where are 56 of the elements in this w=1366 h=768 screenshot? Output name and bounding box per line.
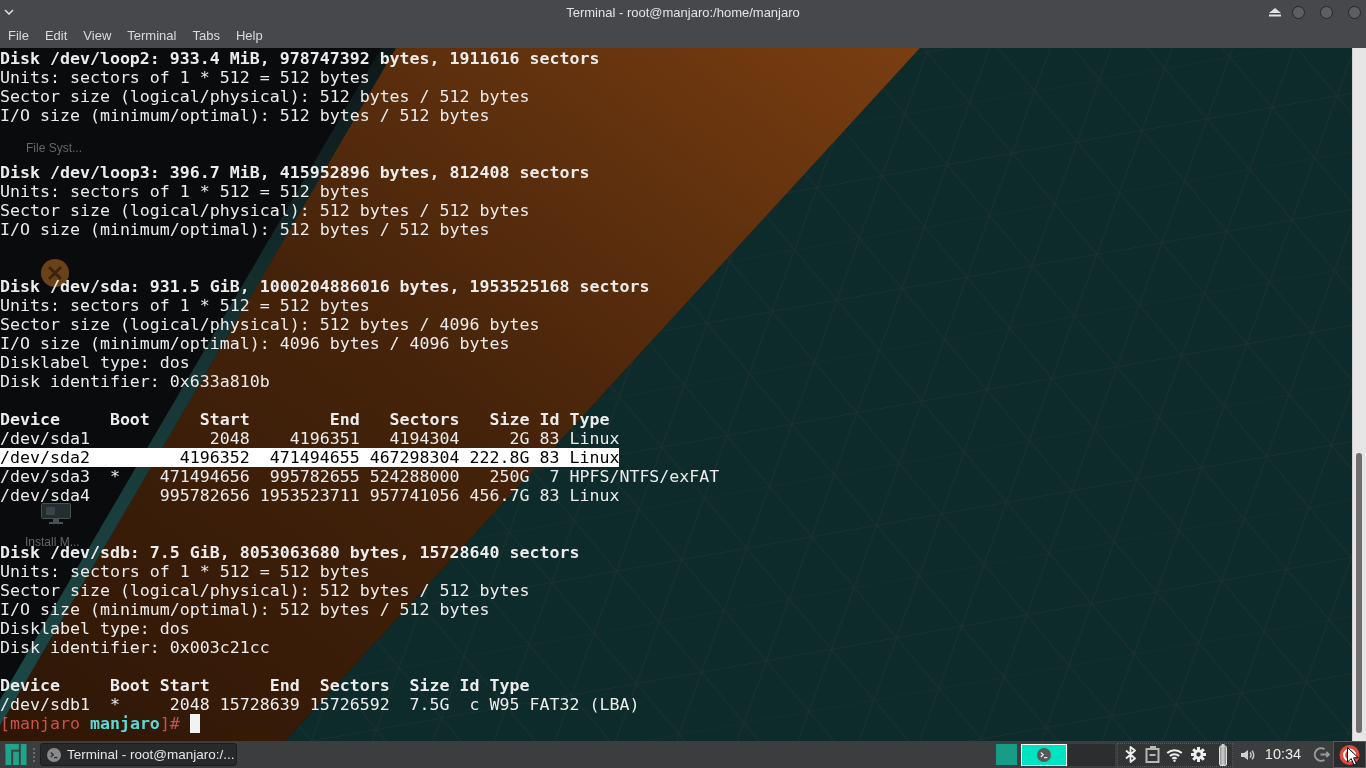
mouse-pointer-icon: [1347, 747, 1359, 766]
output-line: Disk /dev/loop2: 933.4 MiB, 978747392 bytes, 1911616 sectors: [0, 49, 600, 68]
bluetooth-icon[interactable]: [1123, 746, 1138, 763]
eject-button[interactable]: [1269, 7, 1281, 17]
output-line: /dev/sda1 2048 4196351 4194304 2G 83 Linux: [0, 429, 620, 448]
menu-item[interactable]: Help: [227, 24, 271, 48]
logo-icon[interactable]: [5, 744, 27, 765]
drag-handle-icon[interactable]: [33, 747, 35, 762]
output-line: Units: sectors of 1 * 512 = 512 bytes: [0, 182, 370, 201]
terminal-icon: [1037, 747, 1051, 762]
output-line: Disklabel type: dos: [0, 619, 190, 638]
output-line: Sector size (logical/physical): 512 bytes / 4096 bytes: [0, 315, 540, 334]
output-line: Device Boot Start End Sectors Size Id Type: [0, 676, 530, 695]
eject-icon: [1269, 7, 1281, 17]
chevron-down-icon: [4, 9, 14, 15]
output-line: Sector size (logical/physical): 512 bytes / 512 bytes: [0, 581, 530, 600]
output-line: Disk identifier: 0x003c21cc: [0, 638, 270, 657]
monitor-icon: [41, 503, 71, 524]
scrollbar[interactable]: [1352, 48, 1366, 741]
menu-item[interactable]: File: [0, 24, 37, 48]
output-line: I/O size (minimum/optimal): 512 bytes / 512 bytes: [0, 600, 490, 619]
output-line: Disklabel type: dos: [0, 353, 190, 372]
battery-icon[interactable]: [1219, 743, 1227, 766]
clock[interactable]: 10:34: [1264, 747, 1302, 762]
output-line: Units: sectors of 1 * 512 = 512 bytes: [0, 68, 370, 87]
terminal-icon: [47, 747, 61, 762]
output-line: Units: sectors of 1 * 512 = 512 bytes: [0, 562, 370, 581]
output-line: /dev/sdb1 * 2048 15728639 15726592 7.5G c W95 FAT32 (LBA): [0, 695, 640, 714]
output-line: Sector size (logical/physical): 512 bytes / 512 bytes: [0, 201, 530, 220]
desktop-icon-label[interactable]: File Syst...: [26, 141, 82, 155]
gear-icon[interactable]: [1191, 747, 1206, 762]
shell-prompt: [manjaro manjaro]#: [0, 714, 180, 733]
output-line: Disk /dev/loop3: 396.7 MiB, 415952896 bytes, 812408 sectors: [0, 163, 590, 182]
window-title: Terminal - root@manjaro:/home/manjaro: [566, 5, 800, 19]
output-line: /dev/sda3 * 471494656 995782655 524288000 250G 7 HPFS/NTFS/exFAT: [0, 467, 720, 486]
output-line: Disk identifier: 0x633a810b: [0, 372, 270, 391]
logout-icon[interactable]: [1313, 746, 1330, 763]
output-line: I/O size (minimum/optimal): 4096 bytes / 4096 bytes: [0, 334, 510, 353]
output-line: I/O size (minimum/optimal): 512 bytes / 512 bytes: [0, 220, 490, 239]
menu-item[interactable]: Edit: [36, 24, 76, 48]
cursor-icon: [189, 714, 200, 733]
scrollbar-thumb[interactable]: [1356, 453, 1362, 733]
output-line: Device Boot Start End Sectors Size Id Type: [0, 410, 610, 429]
workspace-button[interactable]: [1021, 743, 1067, 766]
menu-item[interactable]: View: [75, 24, 120, 48]
wifi-icon[interactable]: [1166, 747, 1183, 762]
menu-item[interactable]: Tabs: [184, 24, 228, 48]
output-line: I/O size (minimum/optimal): 512 bytes / 512 bytes: [0, 106, 490, 125]
output-line: Sector size (logical/physical): 512 bytes / 512 bytes: [0, 87, 530, 106]
volume-icon[interactable]: [1241, 748, 1255, 761]
output-line: Disk /dev/sda: 931.5 GiB, 1000204886016 bytes, 1953525168 sectors: [0, 277, 650, 296]
output-line: /dev/sda4 995782656 1953523711 957741056 456.7G 83 Linux: [0, 486, 620, 505]
clipboard-icon[interactable]: [1145, 746, 1161, 763]
menu-item[interactable]: Terminal: [119, 24, 185, 48]
task-button[interactable]: Terminal - root@manjaro:/...: [40, 743, 237, 766]
output-line: Units: sectors of 1 * 512 = 512 bytes: [0, 296, 370, 315]
